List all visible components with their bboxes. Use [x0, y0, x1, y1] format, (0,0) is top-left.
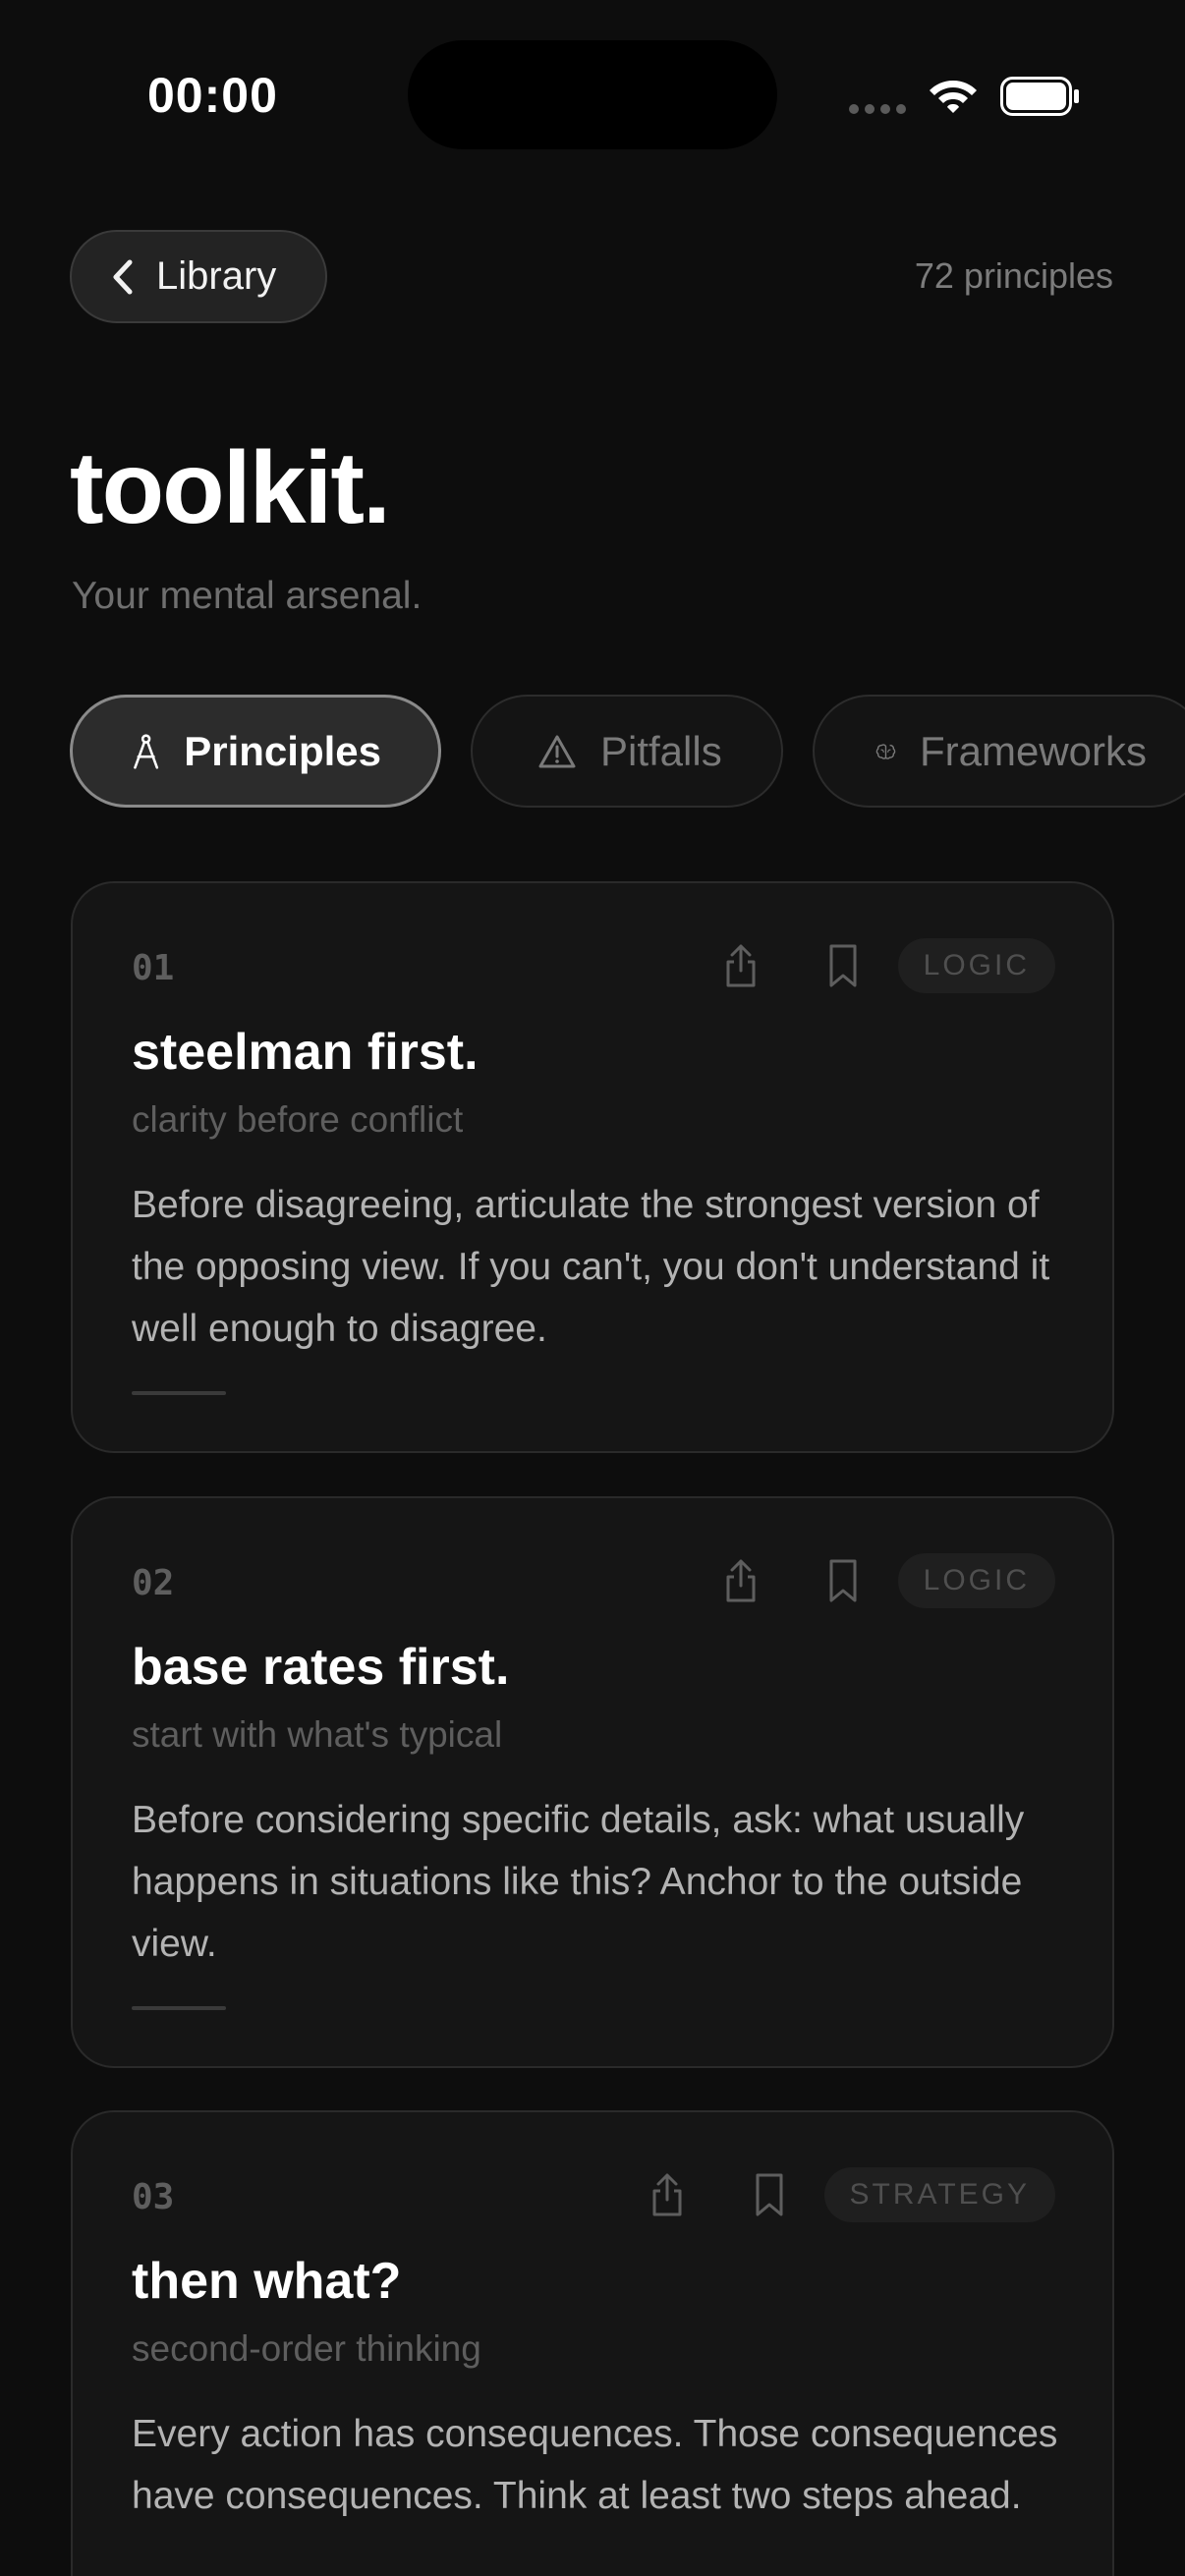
bookmark-icon	[829, 944, 857, 987]
back-button-label: Library	[156, 254, 277, 298]
share-icon	[726, 1559, 756, 1602]
status-time: 00:00	[147, 68, 278, 123]
bookmark-icon	[829, 1559, 857, 1602]
card-title: base rates first.	[132, 1639, 510, 1696]
category-badge: LOGIC	[897, 938, 1055, 993]
share-button[interactable]	[711, 1551, 770, 1610]
bookmark-button[interactable]	[740, 2165, 799, 2224]
bookmark-button[interactable]	[814, 1551, 873, 1610]
card-description: Before considering specific details, ask…	[132, 1799, 1025, 1965]
card-title: then what?	[132, 2253, 402, 2310]
principle-card[interactable]: 01 LOGIC steelman first. clarity before …	[71, 881, 1114, 1453]
tab-pitfalls-label: Pitfalls	[600, 727, 722, 774]
share-icon	[726, 944, 756, 987]
card-actions: STRATEGY	[638, 2165, 1055, 2224]
principle-card[interactable]: 02 LOGIC base rates first. start with wh…	[71, 1496, 1114, 2068]
battery-icon	[1000, 77, 1079, 116]
share-button[interactable]	[711, 936, 770, 995]
dynamic-island	[408, 40, 777, 149]
card-number: 03	[132, 2177, 175, 2217]
status-bar: 00:00	[0, 0, 1185, 196]
card-actions: LOGIC	[711, 936, 1055, 995]
cellular-signal-icon	[849, 104, 906, 114]
wifi-icon	[930, 81, 977, 113]
share-icon	[652, 2173, 682, 2216]
chevron-left-icon	[113, 259, 133, 294]
card-subtitle: clarity before conflict	[132, 1099, 464, 1140]
back-to-library-button[interactable]: Library	[70, 230, 327, 323]
bookmark-button[interactable]	[814, 936, 873, 995]
warning-icon	[538, 735, 576, 767]
page-subtitle: Your mental arsenal.	[72, 575, 423, 617]
card-divider	[132, 1391, 226, 1395]
share-button[interactable]	[638, 2165, 697, 2224]
category-badge: LOGIC	[897, 1553, 1055, 1608]
card-subtitle: start with what's typical	[132, 1714, 503, 1755]
bookmark-icon	[756, 2173, 783, 2216]
card-number: 01	[132, 948, 175, 988]
tab-principles[interactable]: Principles	[70, 695, 441, 808]
compass-icon	[134, 733, 159, 769]
brain-icon	[875, 743, 896, 759]
page-title: toolkit.	[70, 431, 391, 545]
principle-count: 72 principles	[914, 255, 1113, 296]
card-actions: LOGIC	[711, 1551, 1055, 1610]
card-description: Every action has consequences. Those con…	[132, 2413, 1058, 2517]
principle-card[interactable]: 03 STRATEGY then what? second-order thin…	[71, 2110, 1114, 2576]
card-title: steelman first.	[132, 1024, 479, 1081]
card-description: Before disagreeing, articulate the stron…	[132, 1184, 1050, 1350]
principle-list[interactable]: 01 LOGIC steelman first. clarity before …	[0, 879, 1185, 2576]
category-badge: STRATEGY	[823, 2167, 1055, 2222]
tab-frameworks-label: Frameworks	[919, 727, 1147, 774]
category-tabs: Principles Pitfalls Frameworks	[70, 695, 1185, 808]
tab-pitfalls[interactable]: Pitfalls	[471, 695, 783, 808]
card-number: 02	[132, 1563, 175, 1603]
card-divider	[132, 2006, 226, 2010]
card-subtitle: second-order thinking	[132, 2328, 481, 2369]
tab-principles-label: Principles	[184, 727, 381, 774]
tab-frameworks[interactable]: Frameworks	[813, 695, 1185, 808]
